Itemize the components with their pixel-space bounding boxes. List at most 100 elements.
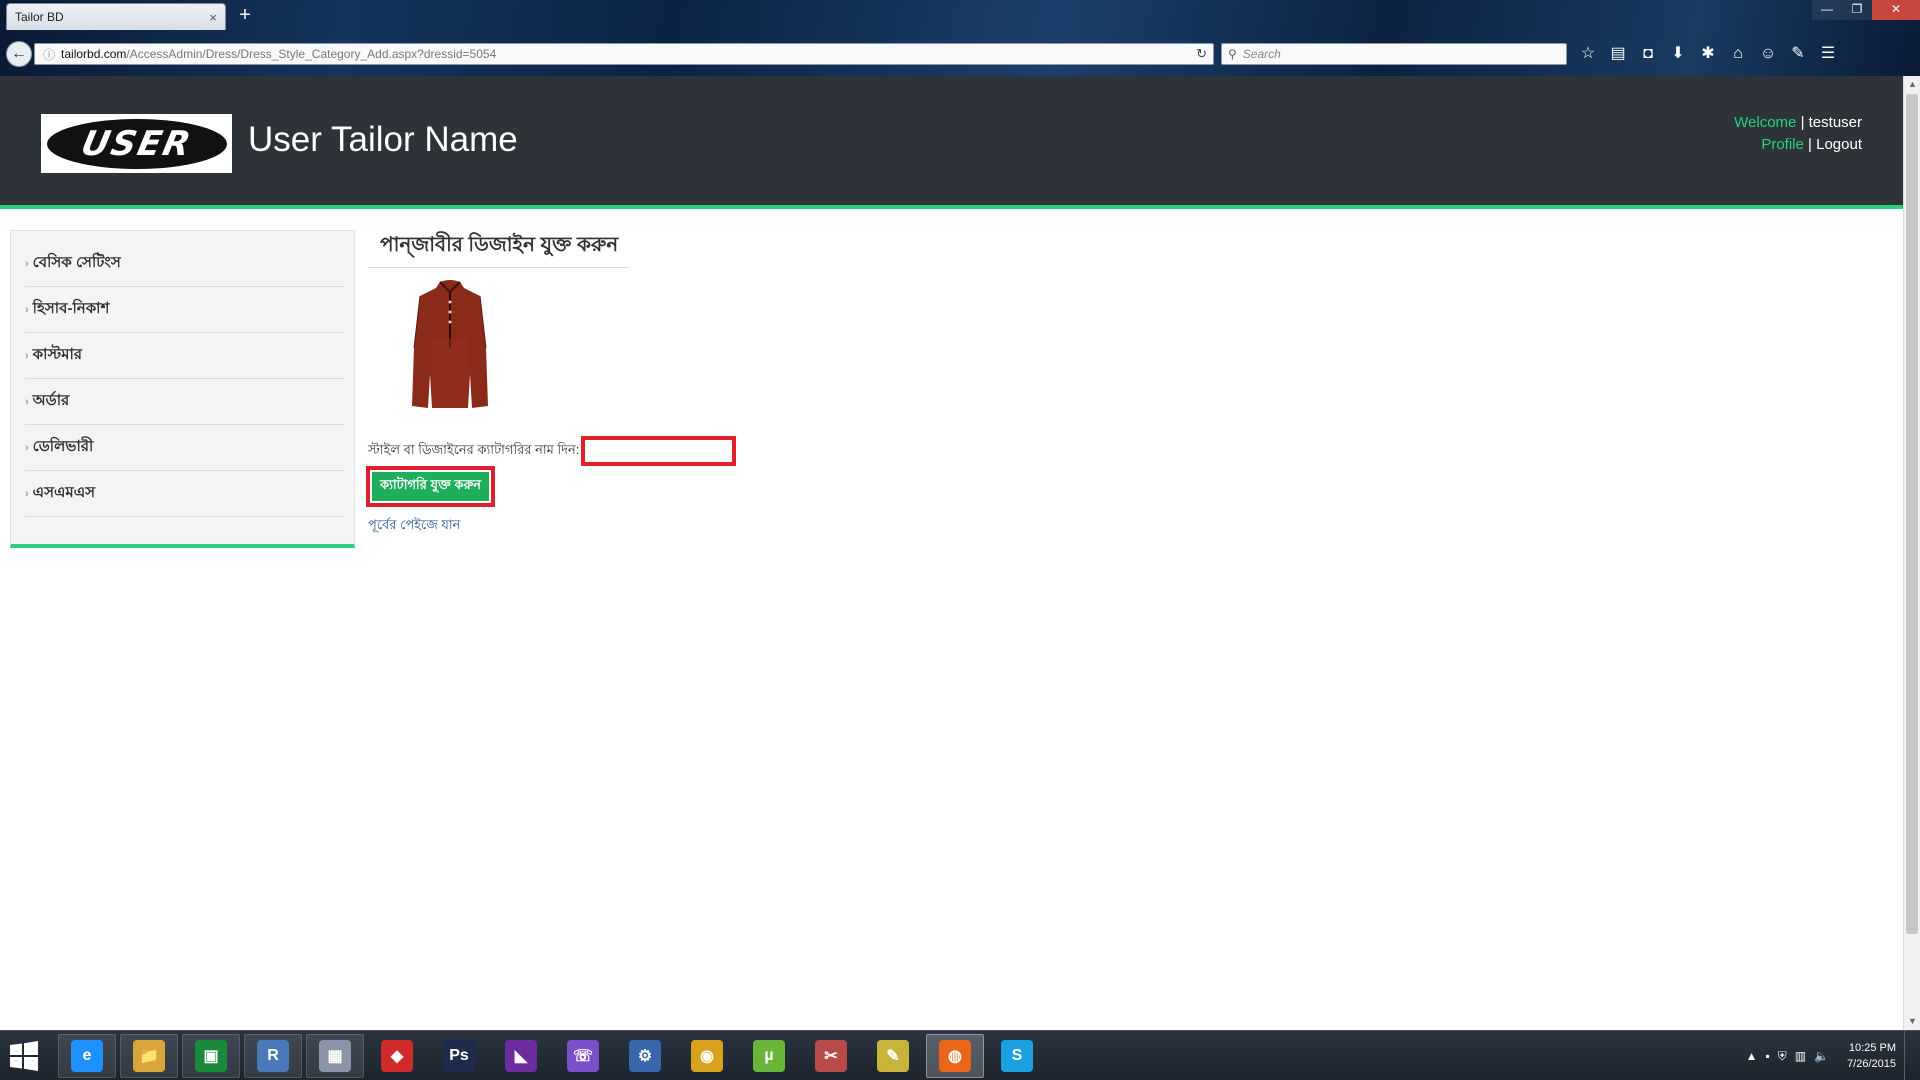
taskbar-app-snipping-tool[interactable]: ✂: [802, 1034, 860, 1078]
chrome-icon: ◉: [691, 1040, 723, 1072]
search-icon: ⚲: [1228, 47, 1237, 61]
chevron-right-icon: ›: [25, 349, 29, 362]
tab-strip: Tailor BD × + — ❐ ✕: [0, 0, 1920, 32]
taskbar-app-network-tool[interactable]: ⚙: [616, 1034, 674, 1078]
address-bar[interactable]: ⓘ tailorbd.com/AccessAdmin/Dress/Dress_S…: [34, 43, 1214, 65]
chat-icon[interactable]: ☺: [1758, 44, 1778, 64]
taskbar-app-photoshop[interactable]: Ps: [430, 1034, 488, 1078]
chevron-right-icon: ›: [25, 257, 29, 270]
scroll-up-icon[interactable]: ▲: [1904, 76, 1920, 93]
chevron-right-icon: ›: [25, 395, 29, 408]
vertical-scrollbar[interactable]: ▲ ▼: [1903, 76, 1920, 1030]
sidebar-item-label: কাস্টমার: [32, 346, 83, 363]
visual-studio-icon: ◣: [505, 1040, 537, 1072]
taskbar-app-red-app[interactable]: ◆: [368, 1034, 426, 1078]
sidebar-item-order[interactable]: › অর্ডার: [25, 379, 344, 425]
close-window-button[interactable]: ✕: [1872, 0, 1920, 20]
taskbar-app-paint-tool[interactable]: ✎: [864, 1034, 922, 1078]
taskbar-clock[interactable]: 10:25 PM 7/26/2015: [1847, 1040, 1896, 1072]
sidebar-item-sms[interactable]: › এসএমএস: [25, 471, 344, 517]
taskbar-app-skype[interactable]: S: [988, 1034, 1046, 1078]
taskbar-app-calculator[interactable]: ▦: [306, 1034, 364, 1078]
user-links: Welcome | testuser Profile | Logout: [1734, 112, 1862, 156]
tray-shield-icon[interactable]: ⛨: [1778, 1049, 1787, 1064]
taskbar-app-remote-app[interactable]: R: [244, 1034, 302, 1078]
chevron-right-icon: ›: [25, 303, 29, 316]
taskbar-app-file-explorer[interactable]: 📁: [120, 1034, 178, 1078]
utorrent-icon: µ: [753, 1040, 785, 1072]
url-host: tailorbd.com: [61, 47, 127, 61]
sidebar-item-accounts[interactable]: › হিসাব-নিকাশ: [25, 287, 344, 333]
windows-taskbar: e 📁 ▣ R ▦ ◆ Ps ◣ ☏ ⚙ ◉ µ ✂ ✎ ◍ S ▲ ▪ ⛨ ▥ 🔈 10:25 PM 7/2…: [0, 1030, 1920, 1080]
category-name-label: স্টাইল বা ডিজাইনের ক্যাটাগরির নাম দিন:: [368, 441, 580, 457]
search-field[interactable]: ⚲ Search: [1221, 43, 1567, 65]
chevron-right-icon: ›: [25, 487, 29, 500]
tray-app-icon[interactable]: ▪: [1765, 1049, 1769, 1063]
logout-link[interactable]: Logout: [1816, 136, 1862, 153]
separator: |: [1800, 114, 1805, 131]
clock-date: 7/26/2015: [1847, 1058, 1896, 1070]
reading-list-icon[interactable]: ▤: [1608, 44, 1628, 64]
site-title: User Tailor Name: [248, 120, 518, 159]
volume-icon[interactable]: 🔈: [1814, 1049, 1829, 1063]
taskbar-app-viber[interactable]: ☏: [554, 1034, 612, 1078]
add-category-button[interactable]: ক্যাটাগরি যুক্ত করুন: [372, 472, 490, 501]
sidebar-item-basic-settings[interactable]: › বেসিক সেটিংস: [25, 241, 344, 287]
scrollbar-thumb[interactable]: [1906, 94, 1918, 934]
taskbar-app-firefox[interactable]: ◍: [926, 1034, 984, 1078]
category-form-row: স্টাইল বা ডিজাইনের ক্যাটাগরির নাম দিন:: [368, 436, 737, 466]
restore-button[interactable]: ❐: [1842, 0, 1872, 20]
red-app-icon: ◆: [381, 1040, 413, 1072]
back-button[interactable]: ←: [6, 41, 32, 67]
network-icon[interactable]: ▥: [1795, 1049, 1806, 1063]
home-icon[interactable]: ⌂: [1728, 44, 1748, 64]
taskbar-app-internet-explorer[interactable]: e: [58, 1034, 116, 1078]
pocket-icon[interactable]: ◘: [1638, 44, 1658, 64]
bookmark-star-icon[interactable]: ☆: [1578, 44, 1598, 64]
snipping-tool-icon: ✂: [815, 1040, 847, 1072]
sidebar-item-label: এসএমএস: [32, 484, 96, 501]
chevron-right-icon: ›: [25, 441, 29, 454]
browser-tab[interactable]: Tailor BD ×: [6, 3, 226, 30]
window-controls: — ❐ ✕: [1812, 0, 1920, 20]
category-name-input[interactable]: [581, 436, 737, 466]
tray-expand-icon[interactable]: ▲: [1746, 1049, 1758, 1063]
menu-icon[interactable]: ☰: [1818, 44, 1838, 64]
viber-icon: ☏: [567, 1040, 599, 1072]
network-tool-icon: ⚙: [629, 1040, 661, 1072]
reload-icon[interactable]: ↻: [1196, 46, 1207, 62]
calculator-icon: ▦: [319, 1040, 351, 1072]
logo-oval: USER: [46, 118, 227, 169]
sidebar-item-label: বেসিক সেটিংস: [32, 254, 121, 271]
sidebar-item-label: হিসাব-নিকাশ: [32, 300, 110, 317]
web-page: USER User Tailor Name Welcome | testuser…: [0, 76, 1903, 1030]
download-icon[interactable]: ⬇: [1668, 44, 1688, 64]
site-logo[interactable]: USER: [41, 114, 232, 173]
taskbar-app-chrome[interactable]: ◉: [678, 1034, 736, 1078]
browser-toolbar: ☆ ▤ ◘ ⬇ ✱ ⌂ ☺ ✎ ☰: [1578, 44, 1838, 64]
minimize-button[interactable]: —: [1812, 0, 1842, 20]
new-tab-button[interactable]: +: [234, 4, 256, 26]
clock-time: 10:25 PM: [1848, 1042, 1896, 1054]
windows-start-icon[interactable]: [6, 1039, 42, 1073]
photoshop-icon: Ps: [443, 1040, 475, 1072]
profile-link[interactable]: Profile: [1761, 136, 1804, 153]
file-explorer-icon: 📁: [133, 1040, 165, 1072]
pen-icon[interactable]: ✎: [1788, 44, 1808, 64]
sidebar-item-customer[interactable]: › কাস্টমার: [25, 333, 344, 379]
sidebar-item-label: অর্ডার: [32, 392, 70, 409]
site-identity-icon[interactable]: ⓘ: [43, 46, 55, 63]
sidebar-item-delivery[interactable]: › ডেলিভারী: [25, 425, 344, 471]
addon-icon[interactable]: ✱: [1698, 44, 1718, 64]
tab-title: Tailor BD: [15, 10, 64, 24]
taskbar-app-visual-studio[interactable]: ◣: [492, 1034, 550, 1078]
taskbar-app-utorrent[interactable]: µ: [740, 1034, 798, 1078]
scroll-down-icon[interactable]: ▼: [1904, 1013, 1920, 1030]
previous-page-link[interactable]: পূর্বের পেইজে যান: [368, 516, 460, 537]
skype-icon: S: [1001, 1040, 1033, 1072]
tab-close-icon[interactable]: ×: [209, 10, 217, 25]
system-tray: ▲ ▪ ⛨ ▥ 🔈 10:25 PM 7/26/2015: [1746, 1031, 1920, 1080]
username: testuser: [1808, 114, 1862, 131]
show-desktop-button[interactable]: [1904, 1031, 1912, 1080]
taskbar-app-store[interactable]: ▣: [182, 1034, 240, 1078]
